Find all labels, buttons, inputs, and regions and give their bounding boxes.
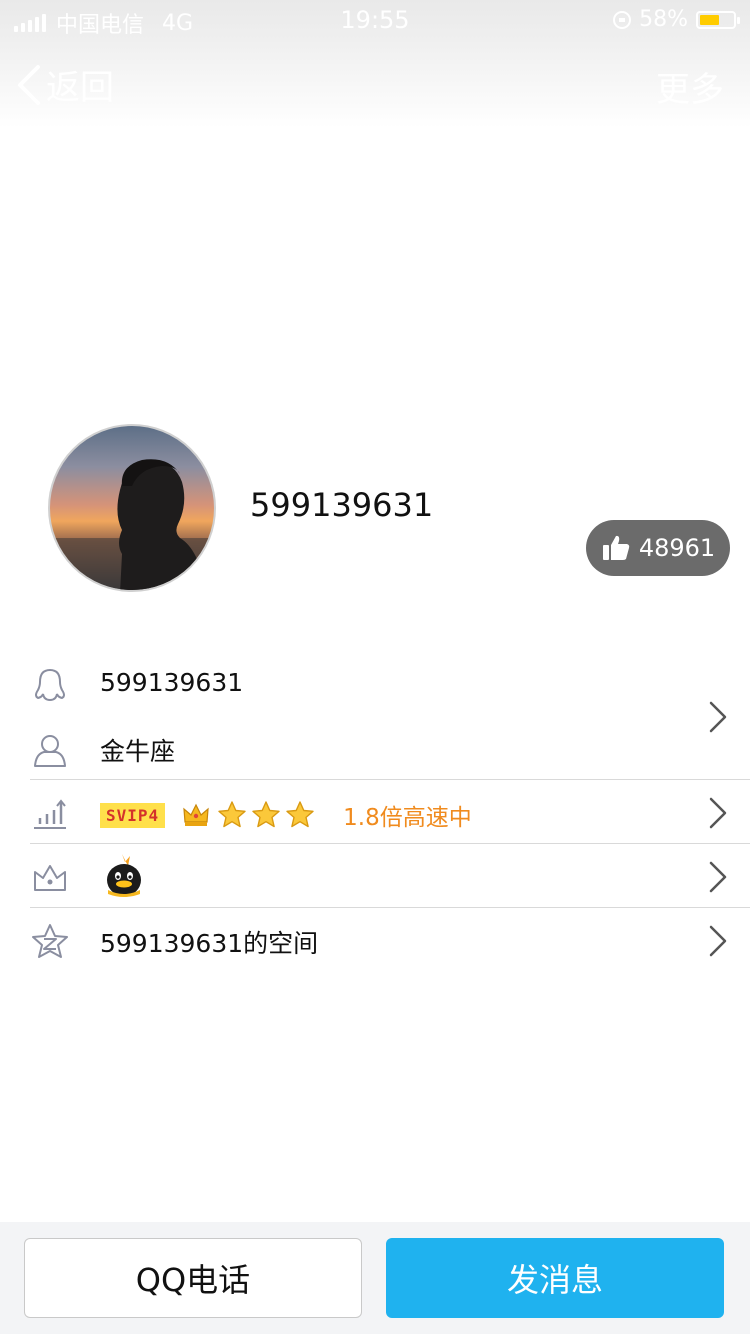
qq-number-row[interactable]: 599139631: [0, 652, 750, 716]
send-message-button[interactable]: 发消息: [386, 1238, 724, 1318]
more-button[interactable]: 更多: [656, 62, 724, 111]
qzone-row[interactable]: 599139631的空间: [0, 908, 750, 972]
rotation-lock-icon: [613, 10, 632, 29]
thumb-up-icon: [602, 535, 630, 560]
vip-speed-label: 1.8倍高速中: [343, 805, 472, 831]
crown-icon: [183, 803, 209, 826]
qq-number: 599139631: [100, 668, 244, 697]
qq-penguin-icon: [30, 666, 70, 706]
chevron-right-icon[interactable]: [708, 860, 728, 894]
avatar[interactable]: [48, 424, 216, 592]
zodiac-row[interactable]: 金牛座: [0, 716, 750, 780]
qq-call-button[interactable]: QQ电话: [24, 1238, 362, 1318]
navigation-bar: 返回 更多: [0, 40, 750, 128]
person-icon: [30, 730, 70, 770]
chevron-right-icon[interactable]: [708, 924, 728, 958]
like-button[interactable]: 48961: [586, 520, 730, 576]
battery-fill: [700, 14, 719, 25]
vip-info: SVIP4 1.8倍高速中: [100, 798, 472, 832]
bottom-action-bar: QQ电话 发消息: [0, 1222, 750, 1334]
svip-badge: SVIP4: [100, 802, 166, 828]
qzone-label: 599139631的空间: [100, 929, 319, 958]
crown-outline-icon: [30, 858, 70, 898]
qzone-icon: [30, 922, 70, 962]
back-arrow-icon: [18, 64, 40, 105]
star-icon: [286, 801, 314, 828]
qq-penguin-pendant-icon: [107, 854, 141, 897]
star-icon: [252, 801, 280, 828]
status-right: 58%: [613, 7, 740, 32]
star-icon: [218, 801, 246, 828]
battery-icon: [696, 10, 740, 29]
profile-nickname: 599139631: [250, 486, 434, 524]
status-bar: 中国电信 4G 19:55 58%: [0, 0, 750, 40]
chevron-right-icon[interactable]: [708, 700, 728, 734]
chevron-right-icon[interactable]: [708, 796, 728, 830]
vip-stars: [217, 800, 315, 830]
zodiac-label: 金牛座: [100, 737, 176, 766]
back-label: 返回: [46, 68, 114, 108]
level-up-icon: [30, 794, 70, 834]
avatar-photo: [50, 459, 214, 590]
like-count: 48961: [638, 534, 716, 562]
battery-percent: 58%: [639, 7, 688, 32]
back-button[interactable]: 返回: [16, 60, 114, 109]
